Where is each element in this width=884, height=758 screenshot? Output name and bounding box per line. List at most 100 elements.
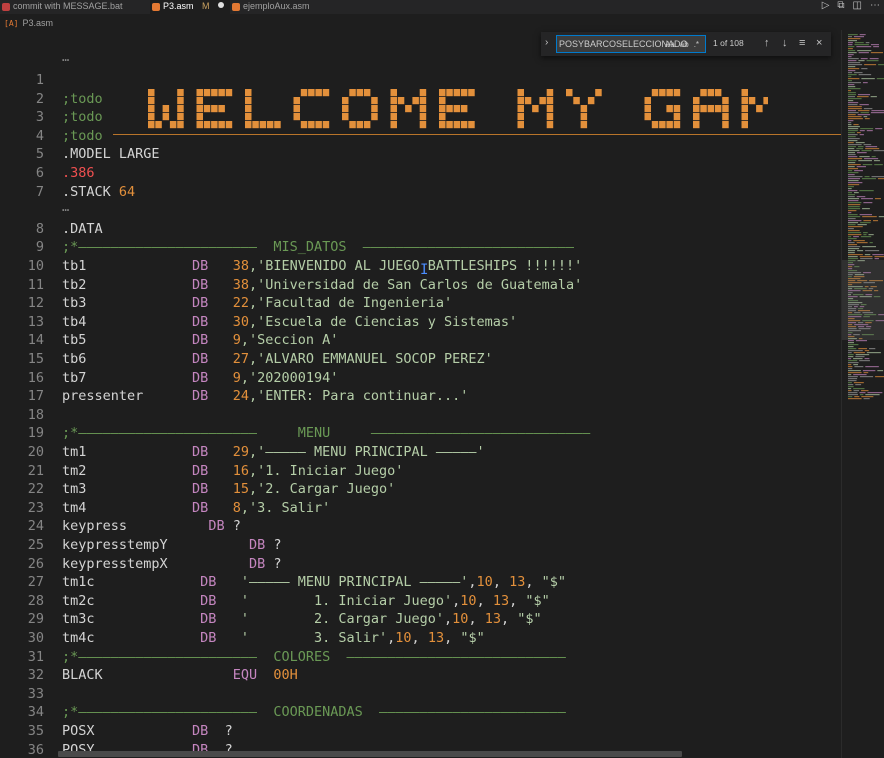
code-line[interactable]: 20 tm1 DB 29,'————— MENU PRINCIPAL —————' — [0, 443, 841, 462]
banner-pixel — [659, 89, 666, 97]
line-number: 24 — [27, 518, 44, 535]
code-line[interactable]: 14 tb5 DB 9,'Seccion A' — [0, 331, 841, 350]
code-line[interactable]: 26 keypresstempX DB ? — [0, 555, 841, 574]
whole-word-icon[interactable]: ab — [680, 37, 689, 53]
code-line[interactable]: 21 tm2 DB 16,'1. Iniciar Juego' — [0, 462, 841, 481]
code-line[interactable]: 4 ;todo — [0, 127, 841, 146]
minimap-line — [857, 94, 871, 96]
minimap-line — [848, 258, 859, 260]
code-token: tm1c — [62, 574, 201, 591]
tab-commit-bat[interactable]: commit with MESSAGE.bat — [0, 0, 150, 14]
folded-region-marker[interactable]: … — [62, 50, 70, 64]
code-editor[interactable]: … 1 2 ;todo 3 ;todo 4 ;todo 5 .MODEL LARGE 6.386 7… — [0, 50, 841, 758]
breadcrumb[interactable]: [A] P3.asm — [0, 15, 53, 31]
minimap-line — [848, 126, 860, 128]
minimap-slider[interactable] — [842, 260, 884, 340]
match-case-icon[interactable]: Aa — [665, 37, 675, 53]
code-line[interactable]: 32 BLACK EQU 00H — [0, 666, 841, 685]
find-in-selection-icon[interactable]: ≡ — [799, 36, 805, 50]
banner-pixel — [517, 97, 524, 105]
minimap-line — [848, 122, 852, 124]
banner-pixel — [546, 97, 554, 105]
minimap-line — [848, 70, 856, 72]
code-token: keypress — [62, 518, 209, 535]
minimap-line — [848, 340, 854, 342]
minimap-line — [856, 166, 866, 168]
code-line[interactable]: 8 .DATA — [0, 220, 841, 239]
code-line[interactable]: 27 tm1c DB '————— MENU PRINCIPAL —————',1… — [0, 573, 841, 592]
minimap-line — [848, 214, 858, 216]
compare-icon[interactable]: ⧉ — [837, 0, 844, 14]
split-editor-icon[interactable]: ◫ — [853, 0, 862, 14]
minimap-line — [848, 226, 863, 228]
code-token: , — [468, 611, 485, 628]
tab-p3-asm[interactable]: P3.asm M — [150, 0, 230, 14]
code-line[interactable]: 11 tb2 DB 38,'Universidad de San Carlos d… — [0, 276, 841, 295]
code-line[interactable]: 25 keypresstempY DB ? — [0, 536, 841, 555]
code-line[interactable]: 7 .STACK 64 — [0, 183, 841, 202]
code-line[interactable]: 16 tb7 DB 9,'202000194' — [0, 369, 841, 388]
banner-pixel — [266, 121, 274, 129]
unsaved-dot-icon[interactable] — [218, 2, 225, 8]
code-line[interactable]: 29 tm3c DB ' 2. Cargar Juego',10, 13, "$" — [0, 610, 841, 629]
code-token: ,'ALVARO EMMANUEL SOCOP PEREZ' — [248, 351, 493, 367]
line-code: ;todo — [62, 90, 103, 109]
code-line[interactable]: 31 ;*—————————————————————— COLORES —————… — [0, 648, 841, 667]
code-line[interactable]: 28 tm2c DB ' 1. Iniciar Juego',10, 13, "$… — [0, 592, 841, 611]
banner-pixel — [211, 121, 218, 129]
code-line[interactable]: 5 .MODEL LARGE — [0, 145, 841, 164]
code-token: DB — [192, 462, 209, 479]
minimap-line — [848, 160, 857, 162]
regex-icon[interactable]: .* — [694, 37, 699, 53]
banner-pixel — [439, 97, 446, 105]
next-match-icon[interactable]: ↓ — [782, 36, 788, 50]
code-line[interactable]: 12 tb3 DB 22,'Facultad de Ingenieria' — [0, 294, 841, 313]
code-line[interactable]: 30 tm4c DB ' 3. Salir',10, 13, "$" — [0, 629, 841, 648]
banner-pixel — [419, 97, 427, 105]
find-options: Aa ab .* — [665, 37, 699, 53]
code-line[interactable]: 13 tb4 DB 30,'Escuela de Ciencias y Siste… — [0, 313, 841, 332]
code-token: DB — [248, 555, 266, 572]
code-line[interactable]: 6 .386 — [0, 164, 841, 183]
folded-region-marker[interactable]: … — [62, 200, 70, 214]
banner-pixel — [722, 105, 729, 113]
breadcrumb-file: P3.asm — [22, 18, 53, 28]
banner-pixel — [371, 113, 378, 121]
banner-pixel — [539, 97, 546, 105]
code-line[interactable]: 1 — [0, 71, 841, 90]
code-line[interactable]: 18 — [0, 406, 841, 425]
code-token: tb4 — [62, 313, 193, 330]
code-line[interactable]: 24 keypress DB ? — [0, 517, 841, 536]
code-line[interactable]: 35 POSX DB ? — [0, 722, 841, 741]
code-line[interactable]: 23 tm4 DB 8,'3. Salir' — [0, 499, 841, 518]
line-number: 19 — [27, 425, 44, 442]
minimap[interactable] — [841, 30, 884, 758]
toggle-replace-icon[interactable]: › — [545, 37, 548, 48]
code-line[interactable]: 33 — [0, 685, 841, 704]
code-line[interactable]: 34 ;*—————————————————————— COORDENADAS —… — [0, 703, 841, 722]
code-token: DB — [192, 313, 209, 330]
banner-pixel — [517, 121, 524, 129]
code-token: ;todo — [62, 90, 103, 107]
more-actions-icon[interactable]: ⋯ — [870, 0, 880, 14]
minimap-line — [871, 156, 876, 158]
code-token: 30 — [232, 313, 249, 330]
horizontal-scrollbar[interactable] — [58, 751, 682, 757]
run-icon[interactable]: ▷ — [822, 0, 830, 14]
banner-pixel — [308, 121, 315, 129]
code-line[interactable]: 17 pressenter DB 24,'ENTER: Para continua… — [0, 387, 841, 406]
minimap-line — [858, 348, 868, 350]
code-line[interactable]: 19 ;*—————————————————————— MENU ————————… — [0, 424, 841, 443]
previous-match-icon[interactable]: ↑ — [764, 36, 770, 50]
code-line[interactable]: 15 tb6 DB 27,'ALVARO EMMANUEL SOCOP PEREZ… — [0, 350, 841, 369]
code-line[interactable]: 9 ;*—————————————————————— MIS_DATOS ————… — [0, 238, 841, 257]
banner-pixel — [342, 97, 349, 105]
minimap-line — [848, 58, 859, 60]
tab-ejemploaux-asm[interactable]: ejemploAux.asm — [230, 0, 350, 14]
close-find-icon[interactable]: × — [816, 36, 822, 50]
code-token: tm2c — [62, 592, 201, 609]
code-line[interactable]: 22 tm3 DB 15,'2. Cargar Juego' — [0, 480, 841, 499]
minimap-line — [848, 40, 857, 42]
minimap-line — [848, 216, 861, 218]
